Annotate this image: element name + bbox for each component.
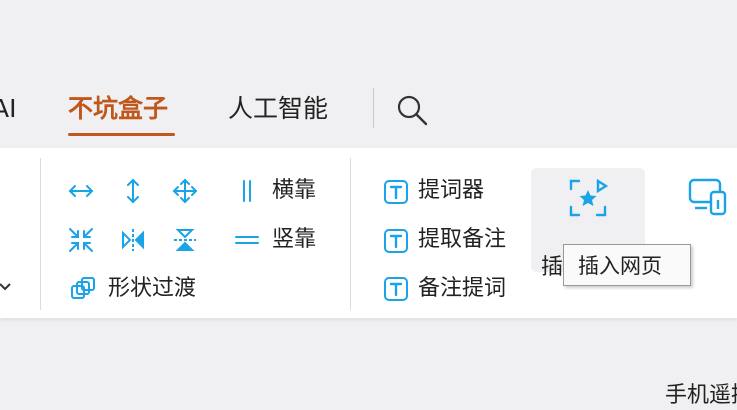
chevron-down-icon[interactable] xyxy=(0,279,12,293)
tab-bukeng-box[interactable]: 不坑盒子 xyxy=(68,92,168,126)
horizontal-align-button[interactable]: 横靠 xyxy=(272,177,316,205)
horizontal-align-icon xyxy=(234,178,260,204)
text-t-icon xyxy=(383,179,409,205)
flip-vertical-icon[interactable] xyxy=(172,227,198,253)
tab-ai[interactable]: AI xyxy=(0,92,16,126)
insert-webpage-label: 插入网页 xyxy=(541,255,564,280)
text-t-icon xyxy=(383,228,409,254)
tooltip: 插入网页 xyxy=(563,244,691,286)
active-tab-indicator xyxy=(68,133,175,136)
phone-remote-label-clip: 手机遥控 xyxy=(665,382,737,410)
note-prompter-button[interactable]: 备注提词 xyxy=(418,275,506,303)
tab-separator xyxy=(373,88,374,128)
ribbon-panel: 横靠 竖靠 形状过渡 提词器 提取备注 备注提词 插 手机遥 xyxy=(0,148,737,408)
shape-transition-icon xyxy=(70,276,96,302)
search-icon xyxy=(397,95,428,126)
prompter-button[interactable]: 提词器 xyxy=(418,177,484,205)
group-separator xyxy=(40,158,41,310)
extract-notes-button[interactable]: 提取备注 xyxy=(418,226,506,254)
ribbon-tab-bar: AI 不坑盒子 人工智能 xyxy=(0,0,737,148)
flip-horizontal-icon[interactable] xyxy=(120,227,146,253)
insert-webpage-icon xyxy=(569,178,608,217)
phone-remote-icon[interactable] xyxy=(687,176,729,218)
group-separator xyxy=(350,158,351,310)
move-arrows-icon[interactable] xyxy=(172,178,198,204)
shape-transition-button[interactable]: 形状过渡 xyxy=(108,275,196,303)
phone-remote-label[interactable]: 手机遥控 xyxy=(665,382,737,410)
tab-artificial-intelligence[interactable]: 人工智能 xyxy=(228,92,328,126)
search-button[interactable] xyxy=(393,91,431,129)
vertical-align-button[interactable]: 竖靠 xyxy=(272,226,316,254)
text-t-icon xyxy=(383,276,409,302)
shrink-icon[interactable] xyxy=(68,227,94,253)
vertical-expand-icon[interactable] xyxy=(120,178,146,204)
horizontal-expand-icon[interactable] xyxy=(68,178,94,204)
vertical-align-icon xyxy=(234,227,260,253)
